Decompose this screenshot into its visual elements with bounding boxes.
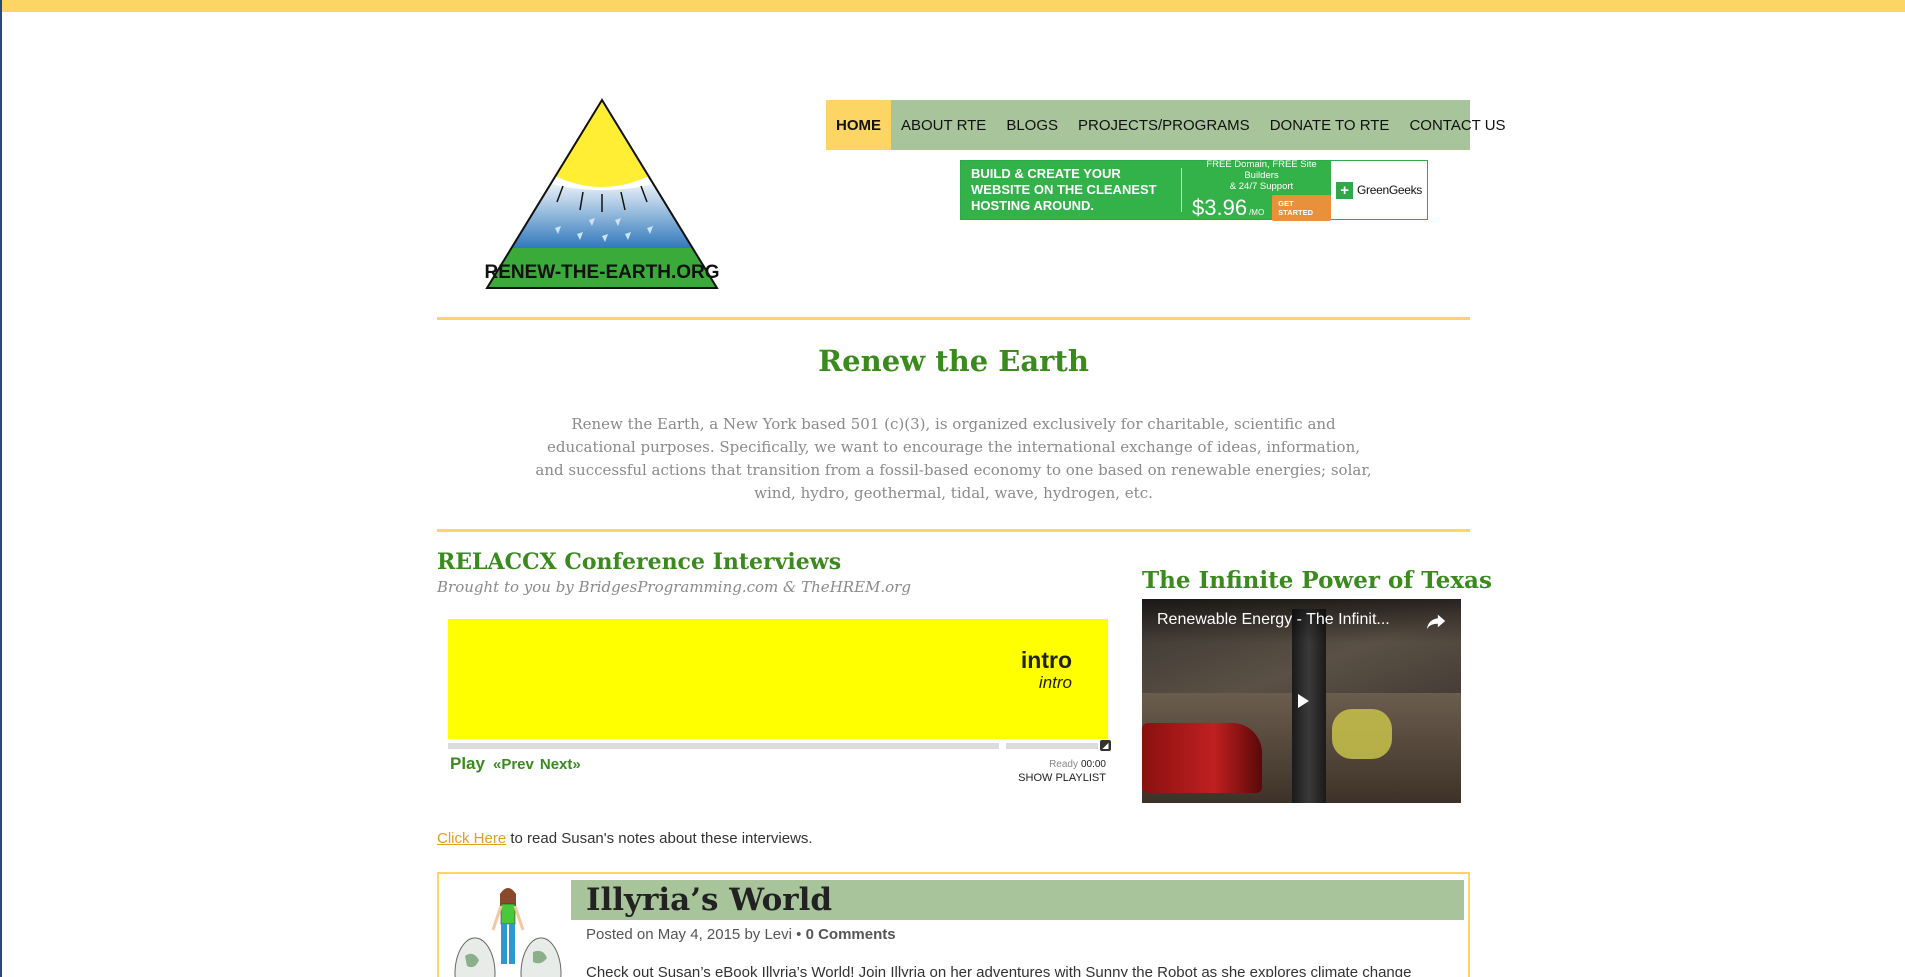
post-title-bar: Illyria’s World — [571, 880, 1464, 920]
notes-text: to read Susan's notes about these interv… — [506, 830, 813, 847]
player-time: 00:00 — [1080, 759, 1106, 770]
show-playlist-button[interactable]: SHOW PLAYLIST — [957, 772, 1106, 784]
progress-bar[interactable] — [448, 743, 999, 749]
track-title: intro — [1020, 647, 1072, 673]
track-subtitle: intro — [1038, 673, 1072, 692]
video-yellow-object — [1332, 709, 1392, 759]
ad-price: $3.96 — [1192, 195, 1248, 220]
video-title[interactable]: Renewable Energy - The Infinit... — [1157, 611, 1390, 629]
ad-brand: + GreenGeeks — [1331, 161, 1427, 219]
texas-title: The Infinite Power of Texas — [1142, 567, 1492, 594]
post-meta: Posted on May 4, 2015 by Levi • 0 Commen… — [586, 926, 896, 943]
video-red-object — [1142, 723, 1262, 793]
interview-notes: Click Here to read Susan's notes about t… — [437, 830, 813, 847]
volume-icon[interactable]: ◢ — [1100, 740, 1111, 751]
play-icon[interactable] — [1290, 689, 1314, 713]
relaccx-title: RELACCX Conference Interviews — [437, 549, 842, 575]
post-excerpt: Check out Susan’s eBook Illyria’s World!… — [586, 964, 1412, 977]
ad-offer-line2: & 24/7 Support — [1229, 181, 1294, 192]
ad-divider — [1181, 168, 1182, 212]
youtube-video-embed[interactable]: Renewable Energy - The Infinit... — [1142, 599, 1461, 803]
nav-contact-us[interactable]: CONTACT US — [1399, 100, 1515, 150]
ad-price-row: $3.96 /MO GET STARTED — [1192, 195, 1331, 221]
play-button[interactable]: Play — [450, 754, 485, 774]
player-controls: Play «Prev Next» — [450, 754, 587, 774]
prev-button[interactable]: «Prev — [493, 756, 534, 773]
site-logo[interactable]: RENEW-THE-EARTH.ORG — [485, 98, 720, 290]
click-here-link[interactable]: Click Here — [437, 830, 506, 847]
post-meta-prefix: Posted on May 4, 2015 by Levi • — [586, 926, 806, 943]
ad-headline: BUILD & CREATE YOUR WEBSITE ON THE CLEAN… — [971, 166, 1157, 213]
window-edge — [0, 0, 2, 977]
post-title[interactable]: Illyria’s World — [586, 882, 832, 918]
nav-projects-programs[interactable]: PROJECTS/PROGRAMS — [1068, 100, 1260, 150]
page-title: Renew the Earth — [818, 344, 1089, 378]
logo-text: RENEW-THE-EARTH.ORG — [485, 262, 719, 283]
post-comments-link[interactable]: 0 Comments — [806, 926, 896, 943]
nav-blogs[interactable]: BLOGS — [996, 100, 1068, 150]
player-status: Ready 00:00 — [957, 759, 1106, 770]
audio-player-display: intro intro — [448, 619, 1108, 739]
nav-donate[interactable]: DONATE TO RTE — [1260, 100, 1400, 150]
relaccx-subtitle: Brought to you by BridgesProgramming.com… — [437, 578, 911, 596]
top-accent-bar — [0, 0, 1905, 12]
nav-home[interactable]: HOME — [826, 100, 891, 150]
share-icon[interactable] — [1425, 610, 1447, 632]
post-thumbnail[interactable] — [453, 886, 563, 977]
greengeeks-ad-banner[interactable]: BUILD & CREATE YOUR WEBSITE ON THE CLEAN… — [960, 159, 1428, 221]
plus-icon: + — [1335, 181, 1353, 199]
ad-brand-name: GreenGeeks — [1356, 183, 1423, 197]
content-divider — [437, 529, 1470, 532]
ad-green-panel: BUILD & CREATE YOUR WEBSITE ON THE CLEAN… — [961, 159, 1331, 221]
mission-statement: Renew the Earth, a New York based 501 (c… — [535, 415, 1372, 502]
ad-offer-panel: FREE Domain, FREE Site Builders & 24/7 S… — [1192, 159, 1331, 221]
main-nav: HOME ABOUT RTE BLOGS PROJECTS/PROGRAMS D… — [826, 100, 1506, 150]
nav-about-rte[interactable]: ABOUT RTE — [891, 100, 996, 150]
next-button[interactable]: Next» — [540, 756, 581, 773]
ad-price-unit: /MO — [1249, 208, 1265, 217]
header-divider — [437, 317, 1470, 320]
volume-slider[interactable] — [1006, 743, 1098, 749]
blog-post-card: Illyria’s World Posted on May 4, 2015 by… — [437, 872, 1470, 977]
player-status-text: Ready — [1049, 759, 1078, 770]
ad-offer-line1: FREE Domain, FREE Site Builders — [1206, 159, 1317, 181]
ad-get-started-button[interactable]: GET STARTED — [1272, 195, 1331, 221]
